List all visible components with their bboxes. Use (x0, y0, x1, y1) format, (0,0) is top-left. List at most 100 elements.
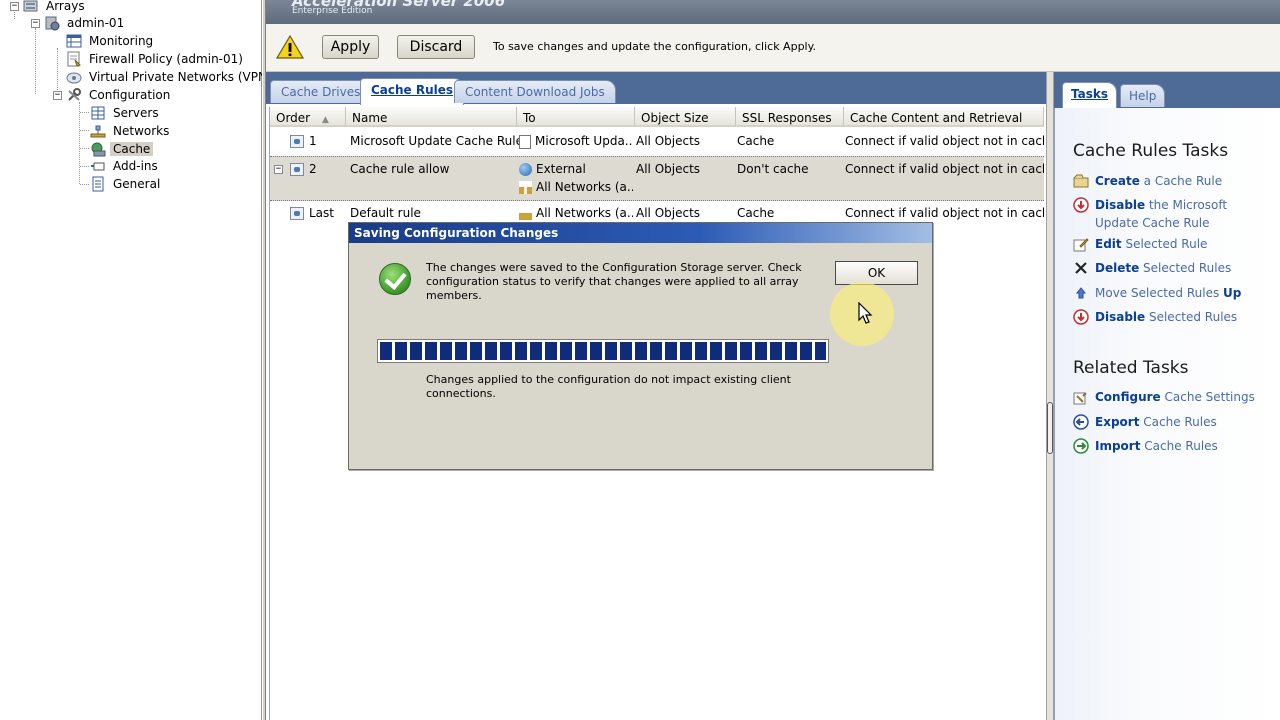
collapse-icon[interactable]: − (10, 1, 19, 11)
tree-item-vpn[interactable]: Virtual Private Networks (VPN) (66, 68, 275, 86)
tree-item-label: Add-ins (113, 159, 158, 173)
task-label: Import Cache Rules (1095, 437, 1218, 455)
tab-help[interactable]: Help (1120, 84, 1166, 107)
ssl-cell: Cache (737, 206, 775, 220)
task-configure-cache-settings[interactable]: Configure Cache Settings (1073, 388, 1273, 406)
column-header-cache-content[interactable]: Cache Content and Retrieval (844, 107, 1044, 127)
tree-line (79, 102, 80, 184)
order-value: 1 (309, 134, 317, 148)
tree-item-networks[interactable]: Networks (90, 122, 172, 140)
tree-item-label: Firewall Policy (admin-01) (89, 52, 243, 66)
task-object: Selected Rules (1145, 310, 1238, 324)
column-header-to[interactable]: To (517, 107, 635, 127)
task-verb: Up (1223, 286, 1242, 300)
tab-strip: Cache Drives Cache Rules Content Downloa… (266, 72, 1046, 105)
tree-item-cache[interactable]: Cache (90, 140, 154, 158)
document-icon (519, 134, 531, 149)
apply-message: To save changes and update the configura… (493, 40, 817, 53)
task-label: Delete Selected Rules (1095, 259, 1231, 277)
name-cell: Default rule (350, 206, 421, 220)
discard-button[interactable]: Discard (397, 35, 475, 59)
create-rule-icon (1073, 173, 1089, 189)
task-disable-microsoft-update-rule[interactable]: Disable the Microsoft Update Cache Rule (1073, 196, 1273, 232)
task-label: Export Cache Rules (1095, 413, 1217, 431)
tree-item-servers[interactable]: Servers (90, 104, 162, 122)
task-delete-selected-rules[interactable]: Delete Selected Rules (1073, 259, 1273, 277)
column-header-order[interactable]: Order ▲ (270, 107, 346, 127)
delete-icon (1073, 260, 1089, 276)
configuration-icon (66, 87, 82, 103)
edit-icon (1073, 236, 1089, 252)
tree-item-add-ins[interactable]: Add-ins (90, 157, 161, 175)
add-ins-icon (90, 158, 106, 174)
tree-item-admin-01[interactable]: − admin-01 (31, 14, 127, 32)
navigation-tree: − Arrays − admin-01 Monitoring Firewall … (0, 0, 272, 720)
ok-button[interactable]: OK (835, 261, 918, 285)
task-pane: Tasks Help Cache Rules Tasks Create a Ca… (1054, 72, 1280, 720)
tab-cache-drives[interactable]: Cache Drives (270, 80, 372, 103)
task-import-cache-rules[interactable]: Import Cache Rules (1073, 437, 1273, 455)
order-cell: 2 (290, 162, 317, 176)
task-verb: Configure (1095, 390, 1161, 404)
networks-icon (90, 123, 106, 139)
product-edition: Enterprise Edition (292, 6, 373, 16)
column-header-object-size[interactable]: Object Size (635, 107, 736, 127)
tab-content-download-jobs[interactable]: Content Download Jobs (454, 80, 616, 103)
dialog-message: The changes were saved to the Configurat… (426, 261, 802, 302)
tree-item-arrays[interactable]: − Arrays (10, 0, 88, 15)
task-verb: Delete (1095, 261, 1140, 275)
task-export-cache-rules[interactable]: Export Cache Rules (1073, 413, 1273, 431)
column-header-ssl-responses[interactable]: SSL Responses (736, 107, 844, 127)
to-value: Microsoft Upda... (535, 134, 633, 148)
tab-cache-rules[interactable]: Cache Rules (360, 78, 465, 105)
object-size-cell: All Objects (636, 206, 701, 220)
tree-line (80, 130, 89, 131)
table-row-selected[interactable]: − 2 Cache rule allow External All Networ… (270, 156, 1044, 201)
to-value: External (536, 162, 586, 176)
collapse-icon[interactable]: − (31, 18, 40, 28)
task-object: Cache Rules (1140, 439, 1218, 453)
ssl-cell: Don't cache (737, 162, 809, 176)
tree-item-monitoring[interactable]: Monitoring (66, 32, 156, 50)
saving-configuration-dialog: Saving Configuration Changes The changes… (348, 222, 933, 470)
tree-line (80, 166, 89, 167)
servers-icon (90, 105, 106, 121)
column-header-name[interactable]: Name (346, 107, 517, 127)
task-verb: Disable (1095, 310, 1146, 324)
task-edit-selected-rule[interactable]: Edit Selected Rule (1073, 235, 1273, 253)
task-list: Cache Rules Tasks Create a Cache Rule Di… (1054, 108, 1280, 720)
networks-icon (519, 181, 532, 194)
retrieval-cell: Connect if valid object not in cache,c (845, 162, 1044, 176)
collapse-icon[interactable]: − (53, 90, 62, 100)
product-banner: Acceleration Server 2006 Enterprise Edit… (266, 0, 1280, 24)
tree-item-configuration[interactable]: − Configuration (53, 86, 173, 104)
to-cell: Microsoft Upda... (519, 134, 633, 149)
ssl-cell: Cache (737, 134, 775, 148)
apply-button[interactable]: Apply (322, 35, 379, 59)
task-disable-selected-rules[interactable]: Disable Selected Rules (1073, 308, 1273, 326)
mouse-pointer-icon (858, 301, 876, 326)
sort-ascending-icon: ▲ (321, 115, 329, 125)
arrays-icon (23, 0, 39, 14)
success-check-icon (379, 263, 411, 295)
task-move-rules-up[interactable]: Move Selected Rules Up (1073, 284, 1273, 302)
tree-line (80, 112, 89, 113)
section-title-cache-rules-tasks: Cache Rules Tasks (1073, 141, 1229, 161)
table-row[interactable]: 1 Microsoft Update Cache Rule Microsoft … (270, 129, 1044, 155)
collapse-icon[interactable]: − (274, 165, 283, 174)
to-cell: All Networks (a... (519, 206, 633, 220)
collapse-handle[interactable] (1047, 402, 1053, 454)
to-value: All Networks (a... (536, 206, 633, 220)
tree-item-label: Configuration (89, 88, 171, 102)
section-title-related-tasks: Related Tasks (1073, 358, 1189, 378)
tree-item-firewall-policy[interactable]: Firewall Policy (admin-01) (66, 50, 246, 68)
dialog-title[interactable]: Saving Configuration Changes (349, 223, 932, 243)
tab-tasks[interactable]: Tasks (1062, 82, 1118, 109)
task-create-cache-rule[interactable]: Create a Cache Rule (1073, 172, 1273, 190)
to-value: All Networks (a... (536, 180, 633, 194)
cache-rule-icon (290, 207, 304, 220)
order-cell: Last (290, 206, 334, 220)
tree-item-label: Virtual Private Networks (VPN) (89, 70, 272, 84)
tree-item-general[interactable]: General (90, 175, 163, 193)
task-pane-splitter[interactable] (1046, 72, 1054, 720)
